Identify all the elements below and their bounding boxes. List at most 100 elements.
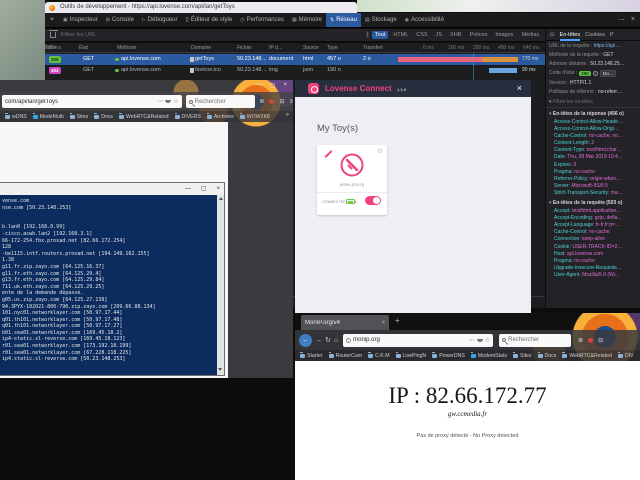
type-filter-pill[interactable]: XHR xyxy=(447,31,465,39)
header-row[interactable]: Content-Length: 2 xyxy=(546,140,640,147)
bookmark-folder[interactable]: ModeMulti xyxy=(33,114,64,120)
devtools-close-icon[interactable]: × xyxy=(631,16,635,24)
headers-filter-input[interactable]: ▾ Filtrer les en-têtes xyxy=(546,96,640,108)
bookmark-star-icon[interactable]: ☆ xyxy=(485,337,490,344)
header-row[interactable]: Access-Control-Allow-Heade… xyxy=(546,119,640,126)
page-actions-icon[interactable]: ⋯ xyxy=(469,337,475,344)
header-row[interactable]: Cookie: USER-TRACK-ID=2… xyxy=(546,244,640,251)
close-icon[interactable]: × xyxy=(216,183,220,195)
column-header[interactable]: Source xyxy=(303,45,319,51)
scroll-up-icon[interactable] xyxy=(219,197,223,200)
toy-toggle[interactable] xyxy=(365,196,381,205)
tab-monip[interactable]: MonIP.org/v4 × xyxy=(301,315,389,330)
bookmark-folder[interactable]: Sites xyxy=(513,353,532,359)
sidebar-icon[interactable]: ⊟ xyxy=(279,98,284,105)
bookmark-folder[interactable]: PowerDNS xyxy=(432,353,465,359)
menu-icon[interactable]: ≡ xyxy=(289,99,293,105)
bookmark-folder[interactable]: DIV xyxy=(618,353,634,359)
header-row[interactable]: Date: Thu, 28 Mar 2019 10:4… xyxy=(546,154,640,161)
search-bar[interactable]: Rechercher xyxy=(499,334,571,347)
site-info-icon[interactable]: i xyxy=(346,338,351,343)
header-row[interactable]: Strict-Transport-Security: ma… xyxy=(546,190,640,197)
url-bar[interactable]: i monip.org ⋯ ☆ xyxy=(343,334,493,347)
devtools-tab[interactable]: {} Éditeur de style xyxy=(182,13,237,27)
bookmark-star-icon[interactable]: ☆ xyxy=(173,98,178,105)
header-row[interactable]: Upgrade-Insecure-Requests… xyxy=(546,265,640,272)
header-row[interactable]: Accept: text/html,application… xyxy=(546,208,640,215)
type-filter-pill[interactable]: Tout xyxy=(372,31,388,39)
library-icon[interactable]: ≣ xyxy=(578,337,583,344)
devtools-tab[interactable]: ▣ Inspecteur xyxy=(59,13,102,27)
devtools-tab[interactable]: ▤ Stockage xyxy=(361,13,401,27)
terminal-titlebar[interactable]: — ▢ × xyxy=(0,183,224,195)
bookmark-folder[interactable]: DIVERS xyxy=(175,114,201,120)
close-icon[interactable]: × xyxy=(283,82,287,89)
header-row[interactable]: Accept-Language: fr-fr,fr;q=… xyxy=(546,222,640,229)
bookmark-folder[interactable]: Docs xyxy=(94,114,113,120)
network-request-row[interactable]: 404 GET api.lovense.com favicon.ico 50.2… xyxy=(45,65,545,76)
devtools-titlebar[interactable]: Outils de développement - https://api.lo… xyxy=(45,2,357,13)
bookmark-folder[interactable]: Archives xyxy=(207,114,234,120)
browser-titlebar[interactable]: — ▢ × xyxy=(0,80,293,92)
request-headers-section[interactable]: ▾ En-têtes de la requête (503 o) xyxy=(546,197,640,208)
panel-tab[interactable]: En-têtes xyxy=(560,29,580,41)
home-icon[interactable]: ⌂ xyxy=(334,337,338,344)
devtools-menu-icon[interactable]: ⋯ xyxy=(618,16,625,24)
bookmark-folder[interactable]: WOW2K8 xyxy=(240,114,270,120)
header-row[interactable]: Pragma: no-cache xyxy=(546,258,640,265)
devtools-tab[interactable]: ▦ Mémoire xyxy=(288,13,326,27)
edit-resend-button[interactable]: Mo… xyxy=(600,70,617,77)
library-icon[interactable]: ≣ xyxy=(259,98,264,105)
bookmark-folder[interactable]: ModemStats xyxy=(471,353,507,359)
bookmark-folder[interactable]: Sites xyxy=(70,114,89,120)
tab-close-icon[interactable]: × xyxy=(381,320,385,326)
scroll-down-icon[interactable] xyxy=(218,368,222,371)
bookmark-folder[interactable]: Docs xyxy=(538,353,557,359)
column-header[interactable]: Transfert xyxy=(363,45,383,51)
gear-icon[interactable]: ⚙ xyxy=(377,147,383,155)
devtools-tab[interactable]: ▷ Débogueur xyxy=(138,13,182,27)
minimize-icon[interactable]: — xyxy=(256,82,262,89)
header-row[interactable]: User-Agent: Mozilla/5.0 (Wi… xyxy=(546,272,640,279)
type-filter-pill[interactable]: Polices xyxy=(467,31,491,39)
pocket-icon[interactable] xyxy=(477,339,483,342)
network-request-row[interactable]: 200 GET api.lovense.com getToys 50.23.14… xyxy=(45,54,545,65)
panel-tab[interactable]: Cookies xyxy=(585,29,605,41)
column-header[interactable]: IP d… xyxy=(269,45,283,51)
devtools-tab[interactable]: ◉ Accessibilité xyxy=(401,13,448,27)
close-icon[interactable]: × xyxy=(517,83,522,93)
type-filter-pill[interactable]: CSS xyxy=(413,31,430,39)
bookmark-folder[interactable]: Starter xyxy=(300,353,323,359)
column-header[interactable]: Méthode xyxy=(117,45,136,51)
column-header[interactable]: Domaine xyxy=(191,45,211,51)
devtools-tab[interactable]: ⊞ Console xyxy=(102,13,138,27)
forward-icon[interactable]: → xyxy=(315,337,322,344)
bookmark-folder[interactable]: C.K.M xyxy=(368,353,389,359)
bookmarks-overflow-icon[interactable]: » xyxy=(286,112,289,118)
bookmark-folder[interactable]: LivePingN xyxy=(396,353,427,359)
header-row[interactable]: Connection: keep-alive xyxy=(546,236,640,243)
edit-pencil-icon[interactable] xyxy=(325,150,333,158)
clear-requests-icon[interactable] xyxy=(50,32,56,38)
terminal-scrollbar[interactable] xyxy=(217,195,224,375)
pocket-icon[interactable] xyxy=(165,100,171,103)
back-icon[interactable]: ← xyxy=(299,334,312,347)
column-header[interactable]: Fichier xyxy=(237,45,252,51)
bookmark-folder[interactable]: RouterCam xyxy=(329,353,363,359)
devtools-tab[interactable]: ⇅ Réseau xyxy=(326,13,361,27)
new-tab-icon[interactable]: + xyxy=(395,316,400,325)
panel-tab[interactable]: P xyxy=(610,29,614,41)
header-row[interactable]: Cache-Control: no-cache xyxy=(546,229,640,236)
minimize-icon[interactable]: — xyxy=(185,183,191,195)
column-header[interactable]: Type xyxy=(327,45,338,51)
sidebar-icon[interactable]: ⊟ xyxy=(598,337,603,344)
bookmark-folder[interactable]: wDNS xyxy=(5,114,27,120)
toy-card[interactable]: ⚙ NORA [POLO] CONNECTED xyxy=(317,145,387,215)
search-bar[interactable]: Rechercher xyxy=(186,95,256,108)
type-filter-pill[interactable]: Images xyxy=(492,31,516,39)
header-row[interactable]: Accept-Encoding: gzip, defla… xyxy=(546,215,640,222)
response-headers-section[interactable]: ▾ En-têtes de la réponse (456 o) xyxy=(546,108,640,119)
type-filter-pill[interactable]: JS xyxy=(433,31,445,39)
screenshot-icon[interactable] xyxy=(588,338,593,343)
panel-dock-icon[interactable]: ⊟ xyxy=(550,32,555,38)
